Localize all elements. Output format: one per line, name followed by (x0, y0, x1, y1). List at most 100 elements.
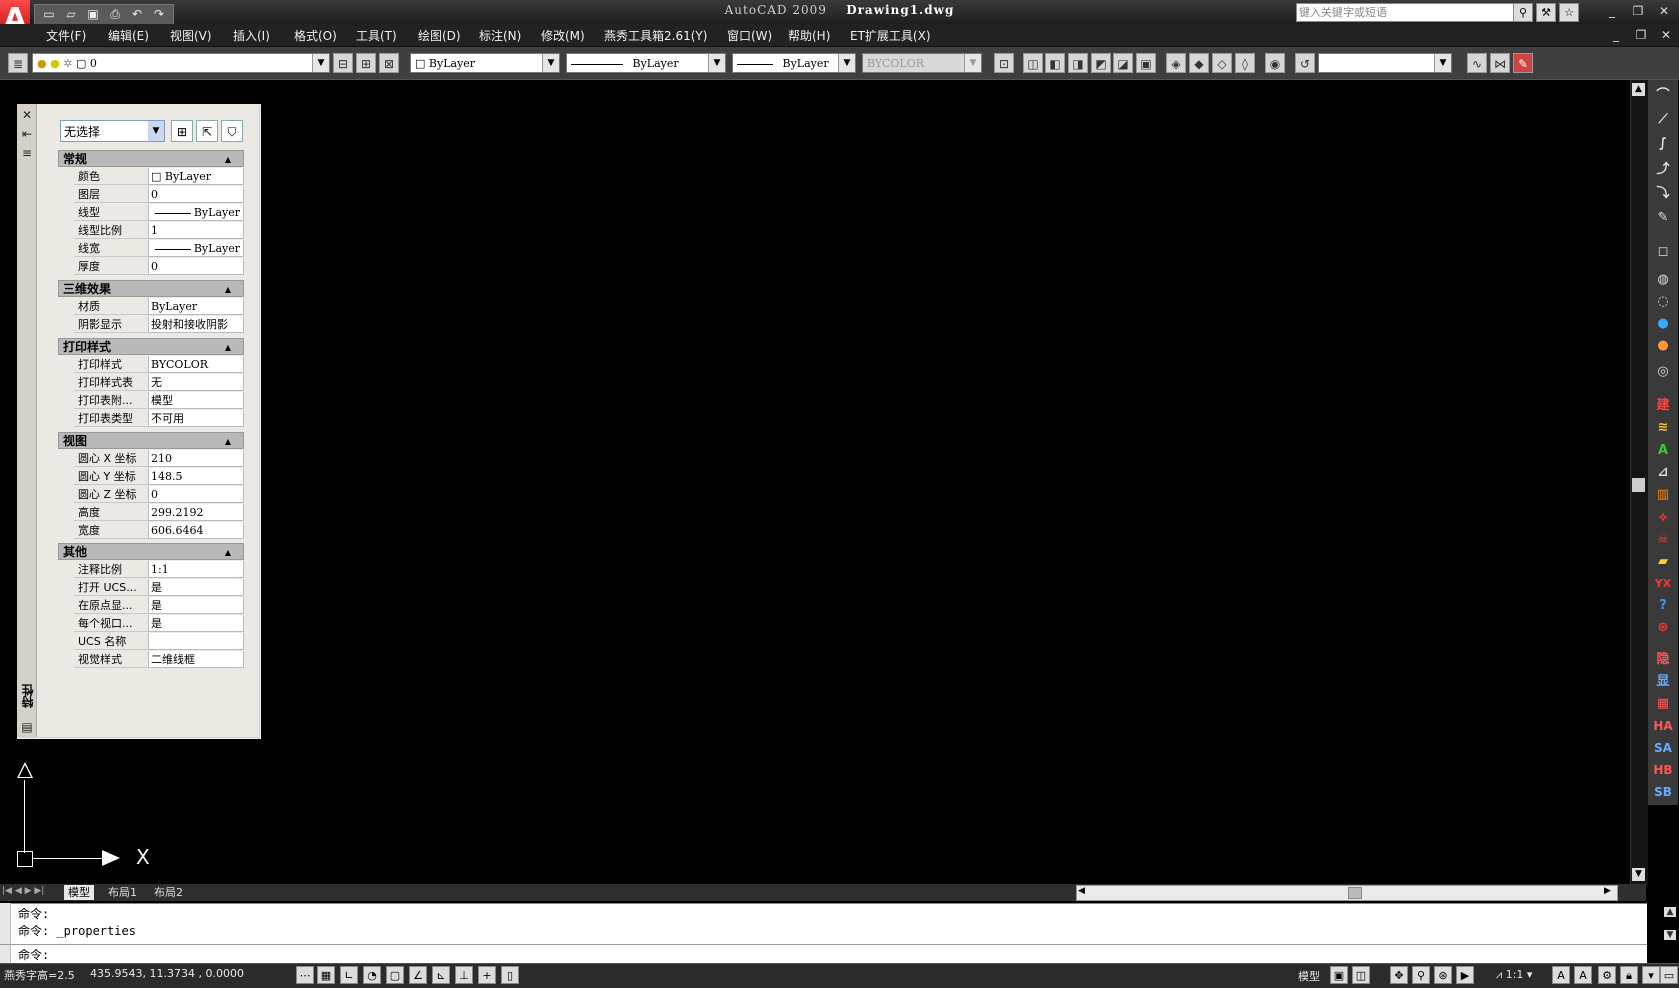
menu-window[interactable]: 窗口(W) (727, 27, 772, 44)
menu-express-tools[interactable]: ET扩展工具(X) (850, 27, 931, 44)
communication-icon[interactable]: ⚒ (1536, 3, 1556, 22)
snap-mode-icon[interactable]: ⋯ (296, 966, 314, 984)
linetype-combo[interactable]: ByLayer ▼ (566, 53, 726, 73)
scroll-left-icon[interactable]: ◀ (1078, 886, 1085, 896)
annotation-scale[interactable]: ⩘ 1:1 ▾ (1496, 968, 1532, 982)
property-row[interactable]: 宽度 606.6464 (74, 522, 244, 540)
property-value[interactable]: 模型 (148, 392, 244, 409)
steering-wheel-icon[interactable]: ⊛ (1434, 966, 1452, 984)
property-value[interactable]: ByLayer (148, 204, 244, 221)
scroll-right-icon[interactable]: ▶ (1604, 886, 1611, 896)
cylinder-icon[interactable]: ◌ (1651, 292, 1675, 312)
palette-properties-icon[interactable]: ≡ (20, 146, 34, 160)
skull-icon[interactable]: ☠ (1651, 530, 1675, 550)
property-value[interactable]: □ ByLayer (148, 168, 244, 185)
ucs-icon[interactable]: ↺ (1295, 53, 1315, 73)
front-view-icon[interactable]: ◪ (1113, 53, 1133, 73)
chevron-down-icon[interactable]: ▼ (148, 121, 164, 141)
sw-iso-icon[interactable]: ◈ (1166, 53, 1186, 73)
right-view-icon[interactable]: ◩ (1091, 53, 1111, 73)
back-view-icon[interactable]: ▣ (1136, 53, 1156, 73)
left-view-icon[interactable]: ◨ (1068, 53, 1088, 73)
dynamic-input-icon[interactable]: ⊥ (455, 966, 473, 984)
showmotion-icon[interactable]: ▶ (1456, 966, 1474, 984)
selection-combo[interactable]: 无选择 ▼ (60, 120, 165, 142)
horizontal-scrollbar[interactable] (1076, 885, 1618, 901)
menu-dimension[interactable]: 标注(N) (479, 27, 521, 44)
folder-icon[interactable]: ▰ (1651, 552, 1675, 572)
open-folder-icon[interactable]: ▱ (61, 5, 81, 23)
tool-sa[interactable]: SA (1651, 738, 1675, 758)
property-row[interactable]: 阴影显示 投射和接收阴影 (74, 316, 244, 334)
minimize-window-button[interactable]: _ (1601, 3, 1623, 19)
bottom-view-icon[interactable]: ◧ (1045, 53, 1065, 73)
dim-style-icon[interactable]: ⊿ (1651, 463, 1675, 483)
orange-sphere-icon[interactable]: ● (1651, 336, 1675, 356)
menu-format[interactable]: 格式(O) (294, 27, 337, 44)
property-row[interactable]: 打开 UCS... 是 (74, 579, 244, 597)
zoom-icon[interactable]: ⚲ (1412, 966, 1430, 984)
property-row[interactable]: 高度 299.2192 (74, 504, 244, 522)
dynamic-ucs-icon[interactable]: ⊾ (432, 966, 450, 984)
layer-state-icon[interactable]: ⊠ (379, 53, 399, 73)
close-icon[interactable]: ✕ (20, 108, 34, 122)
polar-tracking-icon[interactable]: ◔ (363, 966, 381, 984)
search-icon[interactable]: ⚲ (1513, 3, 1533, 22)
workspace-switch-icon[interactable]: ⚙ (1598, 966, 1616, 984)
property-value[interactable]: 148.5 (148, 468, 244, 485)
property-value[interactable]: 是 (148, 615, 244, 632)
property-value[interactable]: 二维线框 (148, 651, 244, 668)
ucs-combo[interactable]: ▼ (1318, 53, 1452, 73)
clean-screen-icon[interactable]: ▭ (1660, 966, 1678, 984)
diamond-icon[interactable]: ⟡ (1651, 508, 1675, 528)
property-row[interactable]: 圆心 Z 坐标 0 (74, 486, 244, 504)
lineweight-combo[interactable]: ByLayer ▼ (732, 53, 856, 73)
arc-icon[interactable]: ⌒ (1651, 86, 1675, 106)
nw-iso-icon[interactable]: ◊ (1235, 53, 1255, 73)
toolbar-lock-icon[interactable]: 🔒︎ (1620, 966, 1638, 984)
property-value[interactable]: 0 (148, 258, 244, 275)
property-row[interactable]: 图层 0 (74, 186, 244, 204)
color-bars-icon[interactable]: ▥ (1651, 485, 1675, 505)
dimension-icon[interactable]: ∿ (1467, 53, 1487, 73)
chevron-down-icon[interactable]: ▼ (838, 54, 855, 72)
auto-hide-icon[interactable]: ⇤ (20, 127, 34, 141)
pan-icon[interactable]: ✥ (1390, 966, 1408, 984)
menu-draw[interactable]: 绘图(D) (418, 27, 461, 44)
collapse-icon[interactable]: ▲ (225, 281, 231, 298)
text-style-icon[interactable]: A (1651, 441, 1675, 461)
quick-view-layouts-icon[interactable]: ◫ (1352, 966, 1370, 984)
chevron-down-icon[interactable]: ▼ (542, 54, 559, 72)
section-header[interactable]: 视图 ▲ (58, 432, 244, 449)
collapse-icon[interactable]: ▲ (225, 433, 231, 450)
cmd-scroll-down-icon[interactable]: ▼ (1664, 930, 1676, 940)
property-value[interactable]: 是 (148, 579, 244, 596)
annotation-visibility-icon[interactable]: A (1552, 966, 1570, 984)
horizontal-scroll-thumb[interactable] (1348, 887, 1362, 899)
menu-insert[interactable]: 插入(I) (233, 27, 270, 44)
polyline-icon[interactable]: ⟋ (1651, 110, 1675, 130)
menu-tools[interactable]: 工具(T) (356, 27, 397, 44)
property-row[interactable]: UCS 名称 (74, 633, 244, 651)
box-icon[interactable]: ◻ (1651, 242, 1675, 262)
quick-select-icon[interactable]: ⛉ (221, 120, 243, 142)
section-header[interactable]: 打印样式 ▲ (58, 338, 244, 355)
named-views-icon[interactable]: ⊡ (994, 53, 1014, 73)
command-prompt[interactable]: 命令: (18, 946, 49, 963)
tool-ha[interactable]: HA (1651, 716, 1675, 736)
menu-help[interactable]: 帮助(H) (788, 27, 830, 44)
doc-restore-button[interactable]: ❐ (1630, 27, 1652, 43)
collapse-icon[interactable]: ▲ (225, 339, 231, 356)
property-row[interactable]: 线宽 ByLayer (74, 240, 244, 258)
layer-combo[interactable]: ● ● ✲ ▢ 0 ▼ (32, 53, 330, 73)
blue-sphere-icon[interactable]: ● (1651, 314, 1675, 334)
property-value[interactable]: ByLayer (148, 298, 244, 315)
scroll-down-icon[interactable]: ▼ (1632, 868, 1645, 881)
tab-layout2[interactable]: 布局2 (154, 885, 183, 900)
torus-icon[interactable]: ◎ (1651, 362, 1675, 382)
property-value[interactable]: BYCOLOR (148, 356, 244, 373)
save-icon[interactable]: ▣ (83, 5, 103, 23)
property-value[interactable]: 210 (148, 450, 244, 467)
property-value[interactable]: 0 (148, 486, 244, 503)
vertical-scroll-thumb[interactable] (1632, 478, 1645, 492)
